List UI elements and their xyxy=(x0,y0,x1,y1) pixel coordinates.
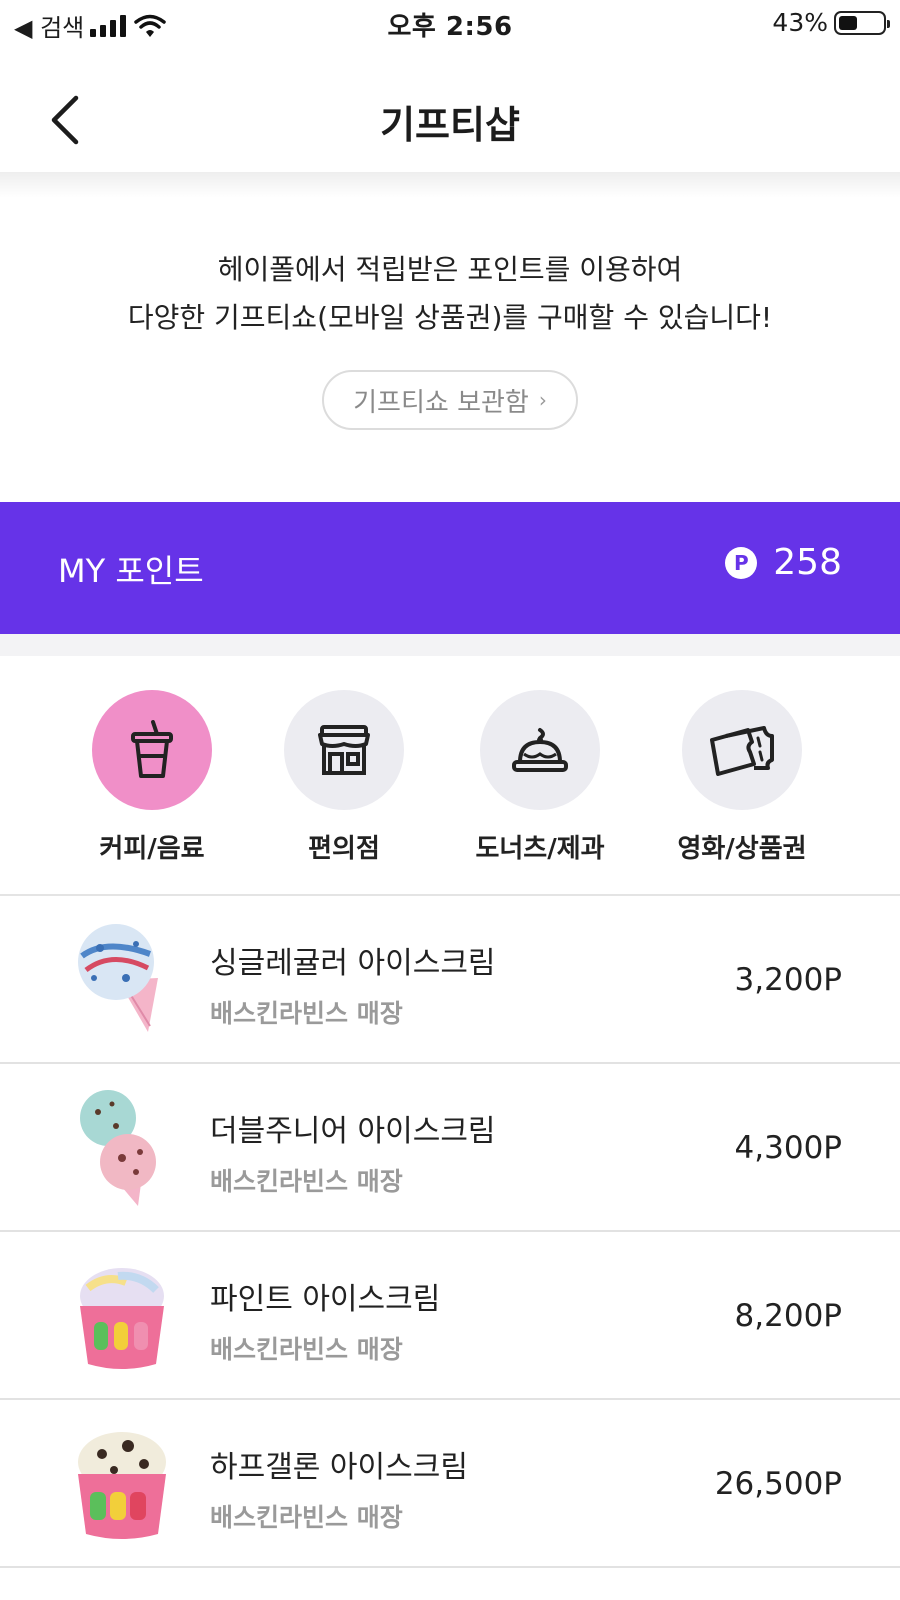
locker-button-label: 기프티쇼 보관함 xyxy=(353,387,529,418)
product-name: 싱글레귤러 아이스크림 xyxy=(210,946,496,981)
product-item[interactable]: 하프갤론 아이스크림 배스킨라빈스 매장 26,500P xyxy=(0,1402,900,1568)
category-tabs: 커피/음료 편의점 도너츠/제과 영화/상품권 xyxy=(0,656,900,896)
product-store: 배스킨라빈스 매장 xyxy=(210,1167,403,1196)
battery-percent: 43% xyxy=(772,8,828,37)
single-cone-image xyxy=(78,924,158,1032)
product-item[interactable]: 싱글레귤러 아이스크림 배스킨라빈스 매장 3,200P xyxy=(0,898,900,1064)
intro-line-1: 헤이폴에서 적립받은 포인트를 이용하여 xyxy=(217,253,683,286)
half-gallon-cup-image xyxy=(78,1432,166,1539)
battery-icon xyxy=(834,10,890,35)
category-donuts-bakery[interactable]: 도너츠/제과 xyxy=(450,690,630,865)
category-circle xyxy=(284,690,404,810)
product-item[interactable]: 파인트 아이스크림 배스킨라빈스 매장 8,200P xyxy=(0,1234,900,1400)
header-divider xyxy=(0,172,900,198)
drink-cup-icon xyxy=(131,720,173,778)
category-circle xyxy=(682,690,802,810)
app-header: 기프티샵 xyxy=(0,60,900,172)
status-time: 오후 2:56 xyxy=(387,12,513,42)
category-label: 편의점 xyxy=(308,834,380,864)
status-bar: ◀ 검색 오후 2:56 43% xyxy=(0,0,900,46)
product-price: 26,500P xyxy=(714,1466,842,1502)
category-label: 커피/음료 xyxy=(99,834,205,864)
points-value: 258 xyxy=(773,542,842,583)
store-icon xyxy=(318,725,370,775)
gifticon-locker-button[interactable]: 기프티쇼 보관함 › xyxy=(322,370,578,430)
category-coffee-drinks[interactable]: 커피/음료 xyxy=(62,690,242,865)
product-store: 배스킨라빈스 매장 xyxy=(210,999,403,1028)
ticket-icon xyxy=(710,726,774,776)
category-convenience-store[interactable]: 편의점 xyxy=(254,690,434,865)
section-gap xyxy=(0,634,900,656)
category-circle xyxy=(480,690,600,810)
product-store: 배스킨라빈스 매장 xyxy=(210,1503,403,1532)
product-price: 8,200P xyxy=(734,1298,842,1334)
my-points-banner: MY 포인트 P 258 xyxy=(0,502,900,634)
category-label: 영화/상품권 xyxy=(677,834,807,864)
point-coin-icon: P xyxy=(725,546,758,579)
points-balance: P 258 xyxy=(725,542,842,583)
cake-icon xyxy=(512,728,568,772)
category-label: 도너츠/제과 xyxy=(475,834,605,864)
intro-text: 헤이폴에서 적립받은 포인트를 이용하여 다양한 기프티쇼(모바일 상품권)를 … xyxy=(0,246,900,342)
product-price: 4,300P xyxy=(734,1130,842,1166)
product-name: 더블주니어 아이스크림 xyxy=(210,1114,496,1149)
product-name: 파인트 아이스크림 xyxy=(210,1282,441,1317)
product-item[interactable]: 더블주니어 아이스크림 배스킨라빈스 매장 4,300P xyxy=(0,1066,900,1232)
category-circle xyxy=(92,690,212,810)
intro-line-2: 다양한 기프티쇼(모바일 상품권)를 구매할 수 있습니다! xyxy=(127,301,773,334)
product-store: 배스킨라빈스 매장 xyxy=(210,1335,403,1364)
chevron-right-icon: › xyxy=(538,388,547,412)
category-movie-vouchers[interactable]: 영화/상품권 xyxy=(652,690,832,865)
status-right: 43% xyxy=(772,8,890,37)
product-price: 3,200P xyxy=(734,962,842,998)
page-title: 기프티샵 xyxy=(380,103,520,147)
pint-cup-image xyxy=(80,1268,164,1369)
points-label: MY 포인트 xyxy=(58,552,204,590)
double-cone-image xyxy=(80,1090,156,1206)
product-name: 하프갤론 아이스크림 xyxy=(210,1450,468,1485)
